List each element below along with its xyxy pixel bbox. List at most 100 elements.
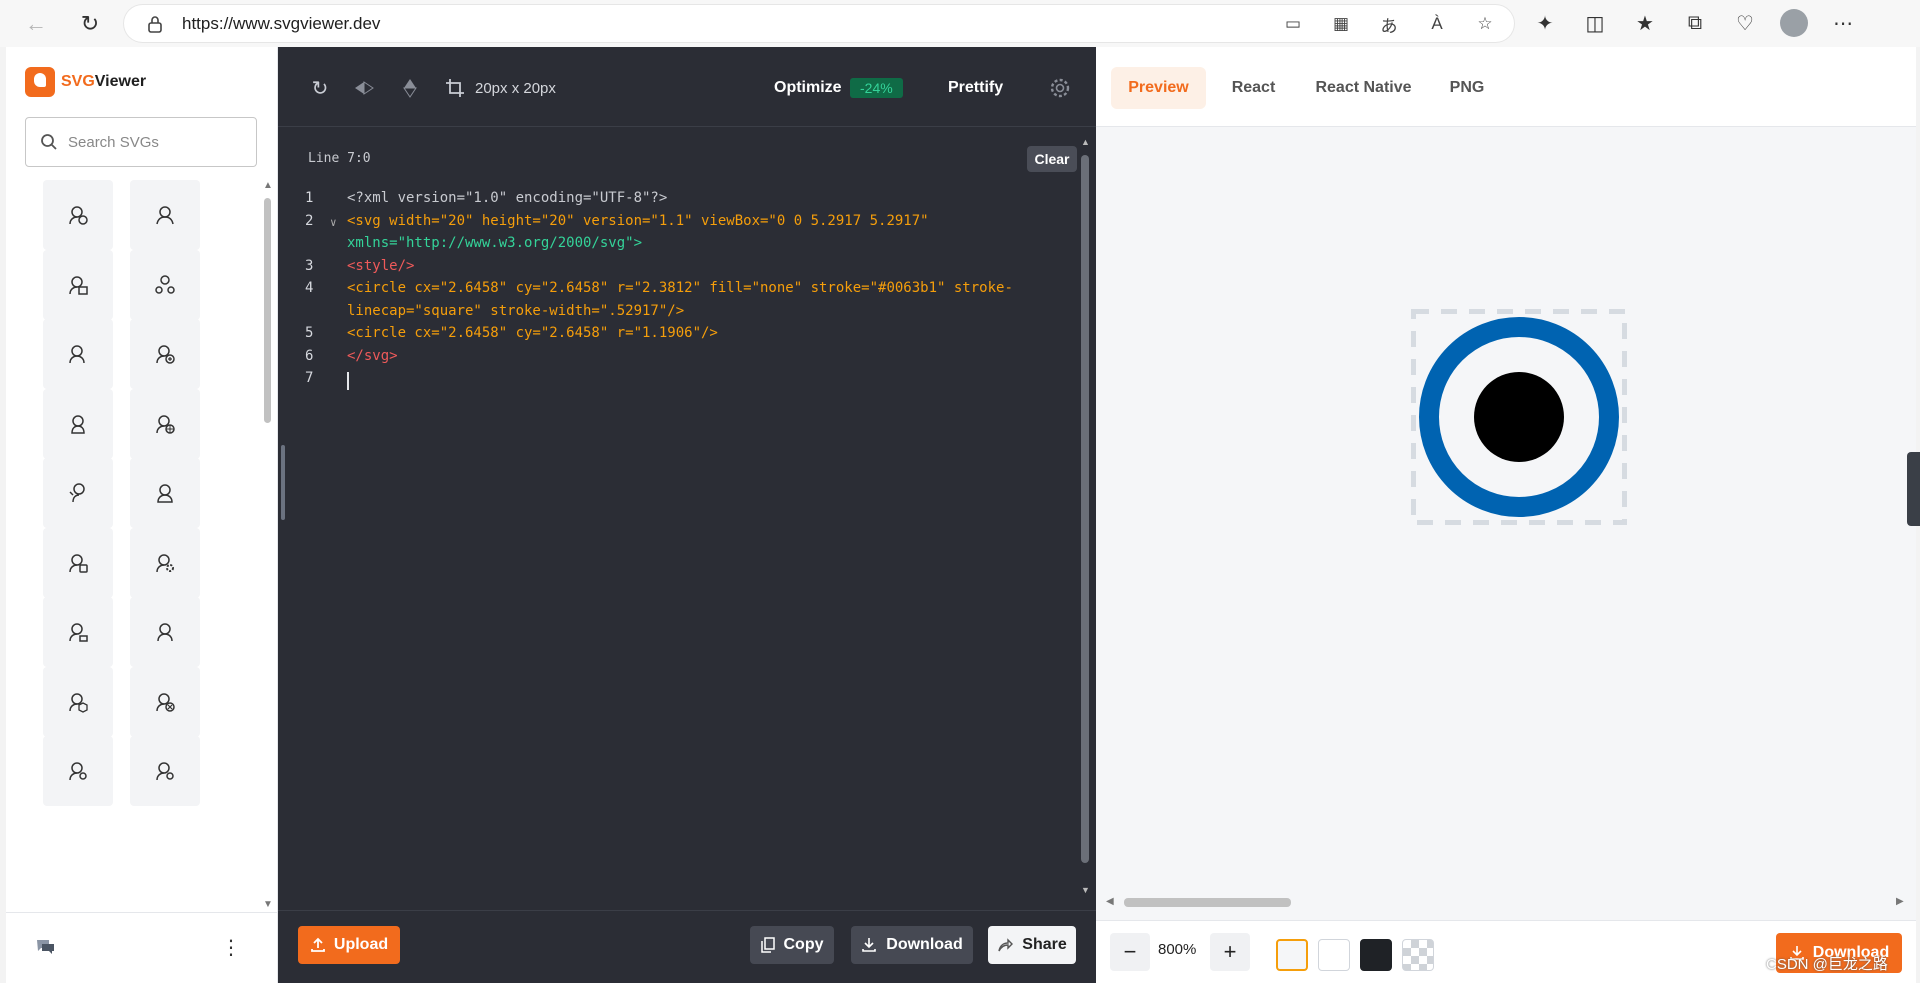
tab-preview[interactable]: Preview xyxy=(1111,67,1206,109)
scroll-left-icon[interactable]: ◀ xyxy=(1106,896,1114,907)
bg-transparent-swatch[interactable] xyxy=(1402,939,1434,971)
qr-icon[interactable]: ▦ xyxy=(1328,11,1354,37)
share-button[interactable]: Share xyxy=(988,926,1076,964)
upload-label: Upload xyxy=(333,936,389,953)
refresh-icon[interactable]: ↻ xyxy=(68,4,112,44)
copy-button[interactable]: Copy xyxy=(750,926,834,964)
scroll-down-icon[interactable]: ▼ xyxy=(1081,885,1090,895)
flip-horizontal-icon[interactable] xyxy=(353,77,375,99)
scroll-up-icon[interactable]: ▲ xyxy=(1081,137,1090,147)
scrollbar-thumb[interactable] xyxy=(1124,898,1291,907)
bg-white-swatch[interactable] xyxy=(1318,939,1350,971)
icon-tile[interactable] xyxy=(130,667,200,737)
search-input[interactable] xyxy=(68,133,248,151)
svg-preview-canvas xyxy=(1411,309,1627,525)
zoom-out-button[interactable]: − xyxy=(1110,933,1150,971)
editor-scrollbar[interactable]: ▲ ▼ xyxy=(1078,137,1092,895)
translate-icon[interactable]: あ xyxy=(1376,11,1402,37)
user-icon xyxy=(69,762,87,781)
icon-tile[interactable] xyxy=(43,319,113,389)
icon-tile[interactable] xyxy=(130,250,200,320)
download-icon xyxy=(862,938,877,952)
icon-tile[interactable] xyxy=(43,458,113,528)
bg-dark-swatch[interactable] xyxy=(1360,939,1392,971)
address-bar[interactable]: https://www.svgviewer.dev ▭ ▦ あ À ☆ xyxy=(124,5,1514,42)
logo[interactable]: SVGViewer xyxy=(25,67,146,97)
preview-tabs: Preview React React Native PNG xyxy=(1096,47,1916,127)
icon-tile[interactable] xyxy=(130,736,200,806)
icon-tile[interactable] xyxy=(130,319,200,389)
user-add-icon xyxy=(156,345,175,364)
panel-resize-handle[interactable] xyxy=(281,445,285,520)
icon-tile[interactable] xyxy=(43,389,113,459)
icon-tile[interactable] xyxy=(130,389,200,459)
scroll-right-icon[interactable]: ▶ xyxy=(1896,896,1904,907)
optimize-button[interactable]: Optimize xyxy=(774,79,842,97)
favorites-icon[interactable]: ★ xyxy=(1630,6,1660,40)
user-icon xyxy=(157,484,173,503)
fold-chevron-icon[interactable]: ∨ xyxy=(330,216,337,229)
more-menu-icon[interactable]: ⋯ xyxy=(1828,6,1858,40)
feedback-chat-icon[interactable] xyxy=(36,938,56,954)
user-icon xyxy=(156,206,174,225)
app-available-icon[interactable]: ▭ xyxy=(1280,11,1306,37)
search-field[interactable] xyxy=(25,117,257,167)
scrollbar-thumb[interactable] xyxy=(264,198,271,423)
text-caret xyxy=(347,372,349,390)
share-icon xyxy=(998,938,1014,952)
icon-tile[interactable] xyxy=(43,528,113,598)
more-options-icon[interactable]: ⋮ xyxy=(221,935,241,960)
user-globe-icon xyxy=(156,415,175,434)
read-aloud-icon[interactable]: À xyxy=(1424,11,1450,37)
user-icon xyxy=(156,762,174,781)
icon-tile[interactable] xyxy=(43,736,113,806)
tab-react-native[interactable]: React Native xyxy=(1306,67,1421,109)
scrollbar-thumb[interactable] xyxy=(1081,155,1089,863)
icon-tile[interactable] xyxy=(43,180,113,250)
back-icon[interactable]: ← xyxy=(14,4,58,44)
zoom-level: 800% xyxy=(1158,941,1197,958)
download-label: Download xyxy=(886,936,963,953)
extensions-icon[interactable]: ✦ xyxy=(1530,6,1560,40)
icon-tile[interactable] xyxy=(43,667,113,737)
tab-react[interactable]: React xyxy=(1226,67,1281,109)
sidebar: SVGViewer ▲ ▼ ⋮ xyxy=(6,47,278,983)
profile-avatar[interactable] xyxy=(1780,9,1808,37)
prettify-button[interactable]: Prettify xyxy=(948,79,1003,97)
crop-icon[interactable] xyxy=(444,77,466,99)
favorite-star-icon[interactable]: ☆ xyxy=(1472,11,1498,37)
upload-button[interactable]: Upload xyxy=(298,926,400,964)
icon-tile[interactable] xyxy=(130,458,200,528)
icon-tile[interactable] xyxy=(130,597,200,667)
zoom-in-button[interactable]: + xyxy=(1210,933,1250,971)
tab-png[interactable]: PNG xyxy=(1442,67,1492,109)
code-editor-panel: ↻ 20px x 20px Optimize -24% Prettify Lin… xyxy=(278,47,1096,983)
icon-tile[interactable] xyxy=(43,250,113,320)
rotate-icon[interactable]: ↻ xyxy=(309,77,331,100)
edge-sidebar-tab[interactable] xyxy=(1907,452,1920,526)
code-line: 6 </svg> xyxy=(305,348,398,364)
code-line: xmlns="http://www.w3.org/2000/svg"> xyxy=(347,235,643,251)
code-line: 4 <circle cx="2.6458" cy="2.6458" r="2.3… xyxy=(305,280,1013,296)
icon-tile[interactable] xyxy=(130,180,200,250)
download-button[interactable]: Download xyxy=(851,926,973,964)
search-icon xyxy=(41,134,57,150)
svg-icon-grid xyxy=(43,180,253,910)
code-line: 5 <circle cx="2.6458" cy="2.6458" r="1.1… xyxy=(305,325,718,341)
scroll-down-icon[interactable]: ▼ xyxy=(263,899,273,910)
user-box-icon xyxy=(69,693,88,713)
code-line: 7 xyxy=(278,370,1078,392)
split-screen-icon[interactable]: ◫ xyxy=(1580,6,1610,40)
flip-vertical-icon[interactable] xyxy=(399,77,421,99)
scroll-up-icon[interactable]: ▲ xyxy=(263,180,273,191)
bg-light-gray-swatch[interactable] xyxy=(1276,939,1308,971)
collections-icon[interactable]: ⧉ xyxy=(1680,6,1710,40)
preview-horizontal-scrollbar[interactable]: ◀ ▶ xyxy=(1096,895,1910,909)
health-icon[interactable]: ♡ xyxy=(1730,6,1760,40)
icon-tile[interactable] xyxy=(130,528,200,598)
icon-tile[interactable] xyxy=(43,597,113,667)
sidebar-scrollbar[interactable]: ▲ ▼ xyxy=(261,180,273,910)
upload-icon xyxy=(310,937,325,952)
gear-icon[interactable] xyxy=(1049,77,1071,99)
clear-button[interactable]: Clear xyxy=(1027,146,1077,172)
